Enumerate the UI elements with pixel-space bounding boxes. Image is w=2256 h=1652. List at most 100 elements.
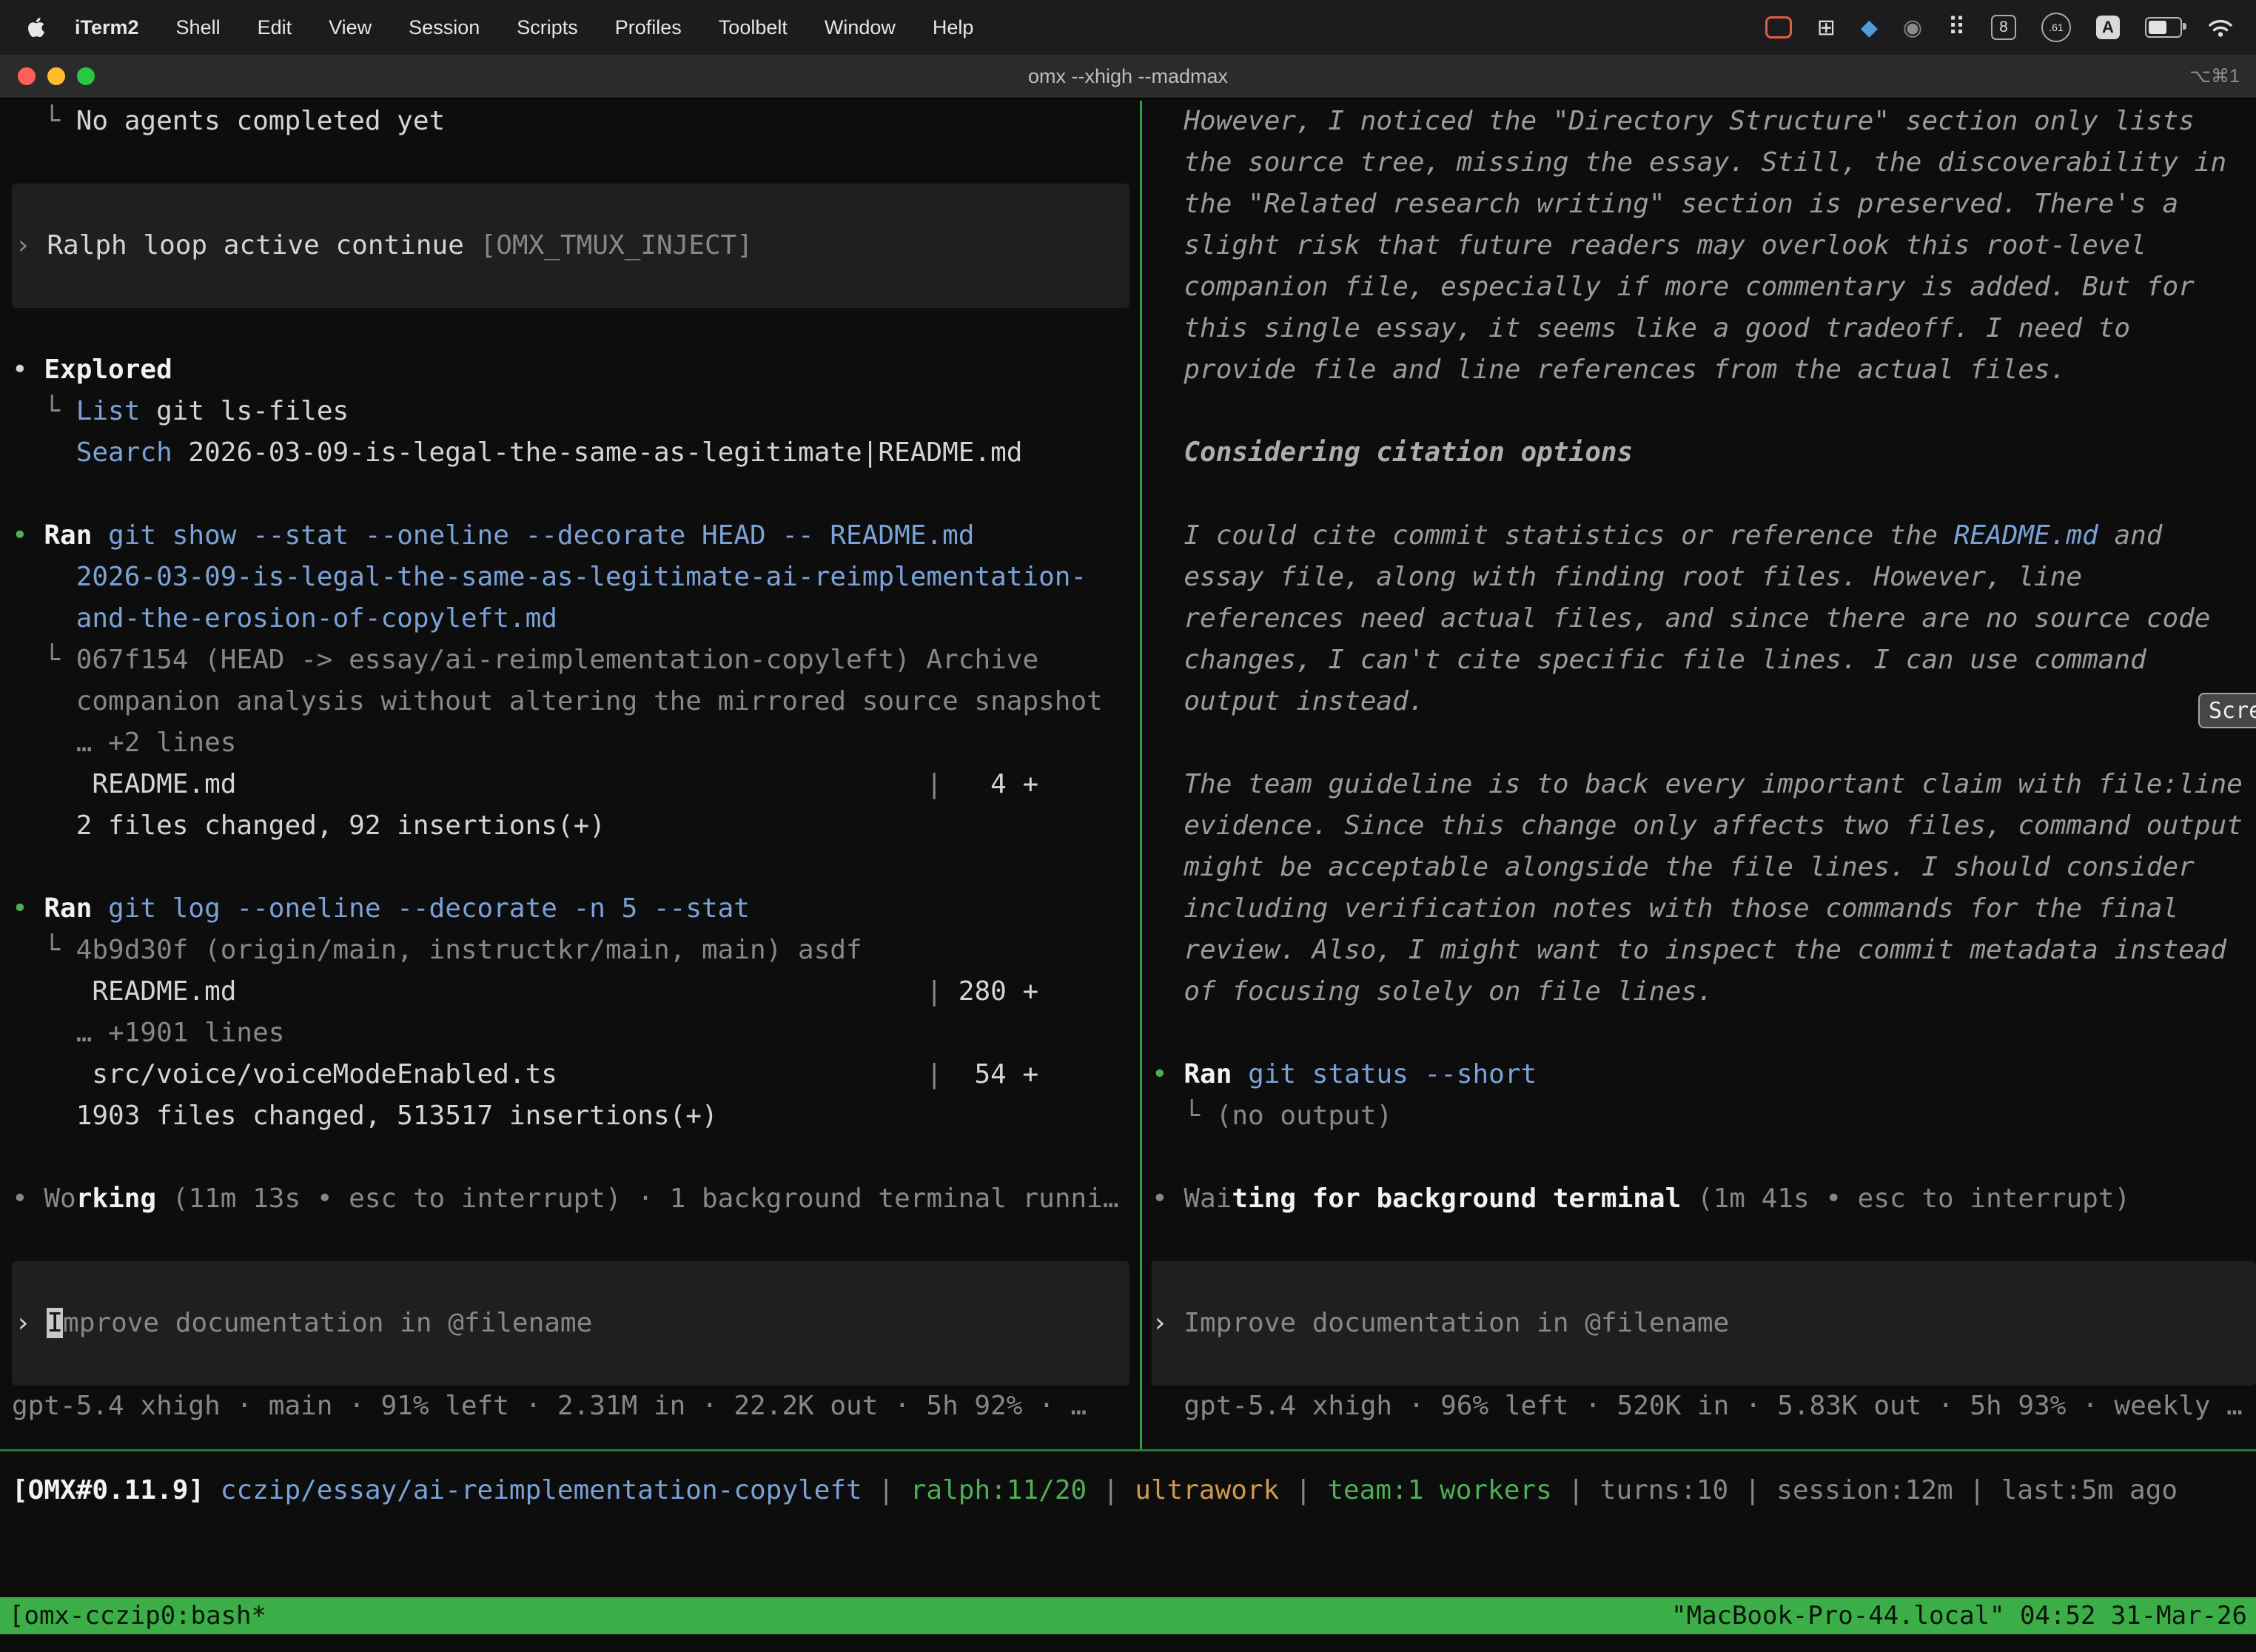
apple-icon[interactable] — [27, 16, 46, 38]
blank-line — [1152, 1137, 2256, 1178]
menu-edit[interactable]: Edit — [239, 16, 311, 38]
text-segment: src/voice/voiceModeEnabled.ts — [12, 1059, 926, 1089]
model-status-line: gpt-5.4 xhigh · main · 91% left · 2.31M … — [0, 1386, 1140, 1427]
text-segment: the "Related research writing" section i… — [1152, 189, 2178, 219]
text-segment: README.md — [1954, 520, 2098, 551]
dark-app-icon[interactable]: ◉ — [1903, 15, 1922, 41]
window-title: omx --xhigh --madmax — [0, 55, 2256, 98]
text-segment: | — [1279, 1475, 1327, 1505]
text-segment: ting for background terminal — [1232, 1183, 1681, 1214]
text-segment: 1903 files changed, 513517 insertions(+) — [12, 1101, 718, 1131]
terminal-pane-left[interactable]: └ No agents completed yet› Ralph loop ac… — [0, 101, 1140, 1449]
menu-toolbelt[interactable]: Toolbelt — [700, 16, 806, 38]
terminal-line: this single essay, it seems like a good … — [1152, 308, 2256, 349]
text-segment: • — [12, 893, 44, 924]
text-segment: | — [926, 976, 942, 1007]
key-8-icon[interactable]: 8 — [1991, 15, 2016, 40]
screen-recording-icon[interactable] — [1765, 16, 1792, 38]
working-status-line: • Working (11m 13s • esc to interrupt) ·… — [0, 1178, 1140, 1220]
tmux-session-label: [omx-cczip0:bash* — [9, 1597, 266, 1634]
text-segment: gpt-5.4 xhigh · main · 91% left · 2.31M … — [12, 1391, 1087, 1421]
text-segment: [OMX_TMUX_INJECT] — [480, 230, 753, 261]
terminal-line: output instead. — [1152, 681, 2256, 722]
input-source-icon[interactable]: A — [2096, 16, 2120, 39]
screen-edge-tooltip[interactable]: Scre — [2198, 693, 2256, 728]
omx-status-line: [OMX#0.11.9] cczip/essay/ai-reimplementa… — [0, 1470, 2256, 1511]
terminal-line: However, I noticed the "Directory Struct… — [1152, 101, 2256, 142]
pane-divider-vertical[interactable] — [1140, 101, 1142, 1449]
prompt-input[interactable]: › Improve documentation in @filename — [12, 1261, 1129, 1386]
blank-line — [1152, 474, 2256, 515]
battery-icon[interactable] — [2145, 17, 2182, 38]
text-segment: • — [1152, 1059, 1184, 1089]
text-segment: | — [1953, 1475, 2001, 1505]
text-segment: [OMX#0.11.9] — [12, 1475, 221, 1505]
text-segment: • — [12, 520, 44, 551]
text-segment: └ — [1152, 1101, 1216, 1131]
percent-badge-icon[interactable]: .61 — [2041, 13, 2071, 42]
wifi-icon[interactable] — [2207, 17, 2234, 38]
terminal-pane-right[interactable]: However, I noticed the "Directory Struct… — [1152, 101, 2256, 1449]
text-segment: Ralph loop active continue — [47, 230, 480, 261]
text-segment: and-the-erosion-of-copyleft.md — [76, 603, 557, 634]
text-segment: turns:10 — [1600, 1475, 1728, 1505]
terminal-line: including verification notes with those … — [1152, 888, 2256, 930]
blank-line — [0, 142, 1140, 184]
terminal-line: review. Also, I might want to inspect th… — [1152, 930, 2256, 971]
menu-scripts[interactable]: Scripts — [498, 16, 597, 38]
terminal-line: README.md | 280 + — [0, 971, 1140, 1013]
omx-status-bar: [OMX#0.11.9] cczip/essay/ai-reimplementa… — [0, 1470, 2256, 1511]
text-segment: changes, I can't cite specific file line… — [1152, 645, 2146, 675]
text-segment — [12, 562, 76, 592]
text-segment: • — [1152, 1183, 1184, 1214]
text-segment — [12, 603, 76, 634]
terminal-line: … +1901 lines — [0, 1013, 1140, 1054]
terminal-line: • Explored — [0, 349, 1140, 391]
window-title-bar: omx --xhigh --madmax ⌥⌘1 — [0, 55, 2256, 99]
terminal-line: src/voice/voiceModeEnabled.ts | 54 + — [0, 1054, 1140, 1095]
terminal-line: slight risk that future readers may over… — [1152, 225, 2256, 266]
text-segment: | — [1552, 1475, 1600, 1505]
menu-session[interactable]: Session — [390, 16, 498, 38]
text-segment: › — [15, 1308, 47, 1338]
text-segment: companion file, especially if more comme… — [1152, 272, 2195, 302]
menu-iterm2[interactable]: iTerm2 — [56, 16, 158, 38]
menu-help[interactable]: Help — [914, 16, 993, 38]
text-segment: git ls-files — [140, 396, 349, 426]
text-segment: git log --oneline --decorate -n 5 --stat — [108, 893, 750, 924]
blue-app-icon[interactable]: ◆ — [1861, 15, 1878, 41]
text-segment: Improve documentation in @filename — [1184, 1308, 1729, 1338]
text-segment: cczip/essay/ai-reimplementation-copyleft — [221, 1475, 862, 1505]
text-segment: › — [15, 230, 47, 261]
menu-view[interactable]: View — [310, 16, 390, 38]
terminal-line: └ List git ls-files — [0, 391, 1140, 432]
blank-line — [0, 308, 1140, 349]
menu-profiles[interactable]: Profiles — [597, 16, 700, 38]
text-segment: └ — [12, 396, 76, 426]
dots-grid-icon[interactable]: ⠿ — [1947, 13, 1966, 42]
terminal-line: 2 files changed, 92 insertions(+) — [0, 805, 1140, 847]
tmux-status-bar: [omx-cczip0:bash* "MacBook-Pro-44.local"… — [0, 1597, 2256, 1634]
text-segment: Search — [76, 437, 172, 468]
terminal-line: references need actual files, and since … — [1152, 598, 2256, 639]
text-segment: companion analysis without altering the … — [12, 686, 1103, 716]
text-segment: 4 + — [942, 769, 1038, 799]
grid-icon[interactable]: ⊞ — [1817, 15, 1836, 41]
menu-window[interactable]: Window — [806, 16, 914, 38]
box-line: › Improve documentation in @filename — [12, 1303, 1129, 1344]
text-segment: 2026-03-09-is-legal-the-same-as-legitima… — [172, 437, 1023, 468]
terminal-line: 1903 files changed, 513517 insertions(+) — [0, 1095, 1140, 1137]
terminal-line: evidence. Since this change only affects… — [1152, 805, 2256, 847]
menu-shell[interactable]: Shell — [158, 16, 239, 38]
text-segment: | — [862, 1475, 910, 1505]
terminal-line: • Ran git log --oneline --decorate -n 5 … — [0, 888, 1140, 930]
text-segment: • — [12, 1183, 44, 1214]
text-segment: including verification notes with those … — [1152, 893, 2178, 924]
text-segment: the source tree, missing the essay. Stil… — [1152, 147, 2226, 178]
text-segment: ultrawork — [1135, 1475, 1279, 1505]
prompt-input[interactable]: › Improve documentation in @filename — [1152, 1261, 2256, 1386]
terminal-line: README.md | 4 + — [0, 764, 1140, 805]
text-segment: Explored — [44, 355, 172, 385]
terminal-line: … +2 lines — [0, 722, 1140, 764]
text-segment: … +2 lines — [12, 728, 236, 758]
